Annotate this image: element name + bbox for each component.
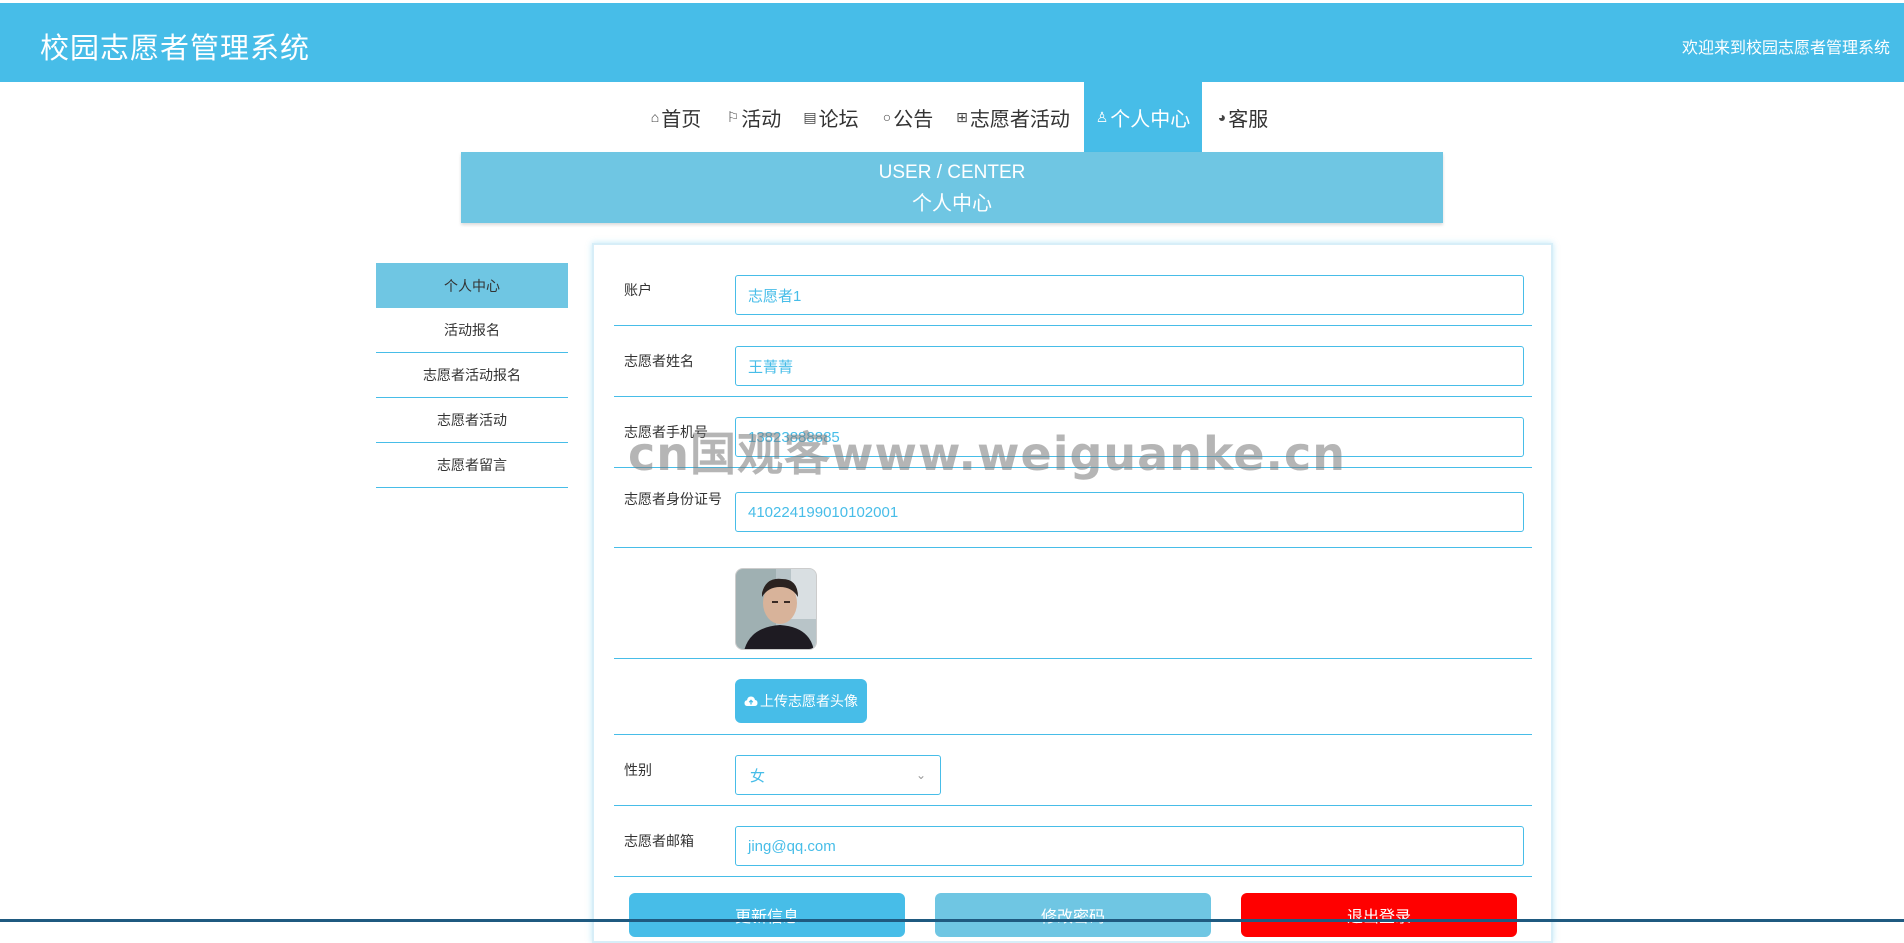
nav-label: 活动 <box>741 108 782 131</box>
page-banner: USER / CENTER 个人中心 <box>461 152 1443 223</box>
gender-label: 性别 <box>624 762 652 778</box>
avatar <box>735 568 817 650</box>
email-input[interactable]: jing@qq.com <box>735 826 1524 866</box>
nav-user-center[interactable]: ♙ 个人中心 <box>1084 82 1202 152</box>
main-nav: ⌂ 首页 ⚐ 活动 ▤ 论坛 ○ 公告 ⊞ 志愿者活动 ♙ 个人中心 ◕ 客服 <box>0 82 1904 152</box>
nav-label: 公告 <box>893 108 934 131</box>
nav-service[interactable]: ◕ 客服 <box>1212 82 1274 152</box>
gender-selected-value: 女 <box>750 767 766 785</box>
site-title: 校园志愿者管理系统 <box>40 33 311 65</box>
nav-home[interactable]: ⌂ 首页 <box>645 82 707 152</box>
sidebar-item-volunteer-activity[interactable]: 志愿者活动 <box>376 398 568 443</box>
banner-english-title: USER / CENTER <box>878 162 1026 183</box>
idcard-input[interactable]: 410224199010102001 <box>735 492 1524 532</box>
home-icon: ⌂ <box>650 109 660 125</box>
name-input[interactable]: 王菁菁 <box>735 346 1524 386</box>
form-row-name: 志愿者姓名 王菁菁 <box>614 326 1532 397</box>
form-row-account: 账户 志愿者1 <box>614 245 1532 326</box>
grid-icon: ⊞ <box>956 108 968 125</box>
phone-input[interactable]: 13823888885 <box>735 417 1524 457</box>
welcome-text: 欢迎来到校园志愿者管理系统 <box>1681 40 1890 57</box>
chat-icon: ◕ <box>1217 109 1227 125</box>
forum-icon: ▤ <box>803 108 817 125</box>
sidebar-item-activity-signup[interactable]: 活动报名 <box>376 308 568 353</box>
gender-select[interactable]: 女 ⌄ <box>735 755 941 795</box>
idcard-label: 志愿者身份证号 <box>624 491 722 507</box>
avatar-photo <box>736 569 816 649</box>
nav-label: 论坛 <box>818 108 859 131</box>
name-label: 志愿者姓名 <box>624 353 694 369</box>
nav-label: 客服 <box>1228 108 1269 131</box>
user-icon: ♙ <box>1095 108 1109 125</box>
sidebar: 个人中心 活动报名 志愿者活动报名 志愿者活动 志愿者留言 <box>376 263 568 488</box>
nav-label: 志愿者活动 <box>969 108 1070 131</box>
nav-activity[interactable]: ⚐ 活动 <box>723 82 785 152</box>
notice-icon: ○ <box>882 109 892 125</box>
cloud-upload-icon <box>744 696 758 706</box>
form-row-upload: 上传志愿者头像 <box>614 659 1532 735</box>
form-row-email: 志愿者邮箱 jing@qq.com <box>614 806 1532 877</box>
nav-volunteer-activity[interactable]: ⊞ 志愿者活动 <box>953 82 1073 152</box>
nav-label: 首页 <box>661 108 702 131</box>
nav-label: 个人中心 <box>1110 108 1191 131</box>
nav-forum[interactable]: ▤ 论坛 <box>800 82 862 152</box>
sidebar-item-volunteer-message[interactable]: 志愿者留言 <box>376 443 568 488</box>
top-header: 校园志愿者管理系统 欢迎来到校园志愿者管理系统 <box>0 3 1904 82</box>
sidebar-item-volunteer-activity-signup[interactable]: 志愿者活动报名 <box>376 353 568 398</box>
chevron-down-icon: ⌄ <box>915 768 926 782</box>
sidebar-item-user-center[interactable]: 个人中心 <box>376 263 568 308</box>
update-info-button[interactable]: 更新信息 <box>629 893 905 937</box>
nav-notice[interactable]: ○ 公告 <box>877 82 939 152</box>
email-label: 志愿者邮箱 <box>624 833 694 849</box>
form-row-avatar <box>614 548 1532 659</box>
logout-button[interactable]: 退出登录 <box>1241 893 1517 937</box>
account-input[interactable]: 志愿者1 <box>735 275 1524 315</box>
form-row-phone: 志愿者手机号 13823888885 <box>614 397 1532 468</box>
profile-form-panel: 账户 志愿者1 志愿者姓名 王菁菁 志愿者手机号 13823888885 志愿者… <box>592 243 1553 943</box>
upload-avatar-button[interactable]: 上传志愿者头像 <box>735 679 867 723</box>
phone-label: 志愿者手机号 <box>624 424 708 440</box>
form-row-gender: 性别 女 ⌄ <box>614 735 1532 806</box>
form-row-idcard: 志愿者身份证号 410224199010102001 <box>614 468 1532 548</box>
account-label: 账户 <box>624 282 652 298</box>
flag-icon: ⚐ <box>726 108 740 125</box>
banner-chinese-title: 个人中心 <box>912 193 992 215</box>
change-password-button[interactable]: 修改密码 <box>935 893 1211 937</box>
upload-avatar-label: 上传志愿者头像 <box>760 693 858 709</box>
